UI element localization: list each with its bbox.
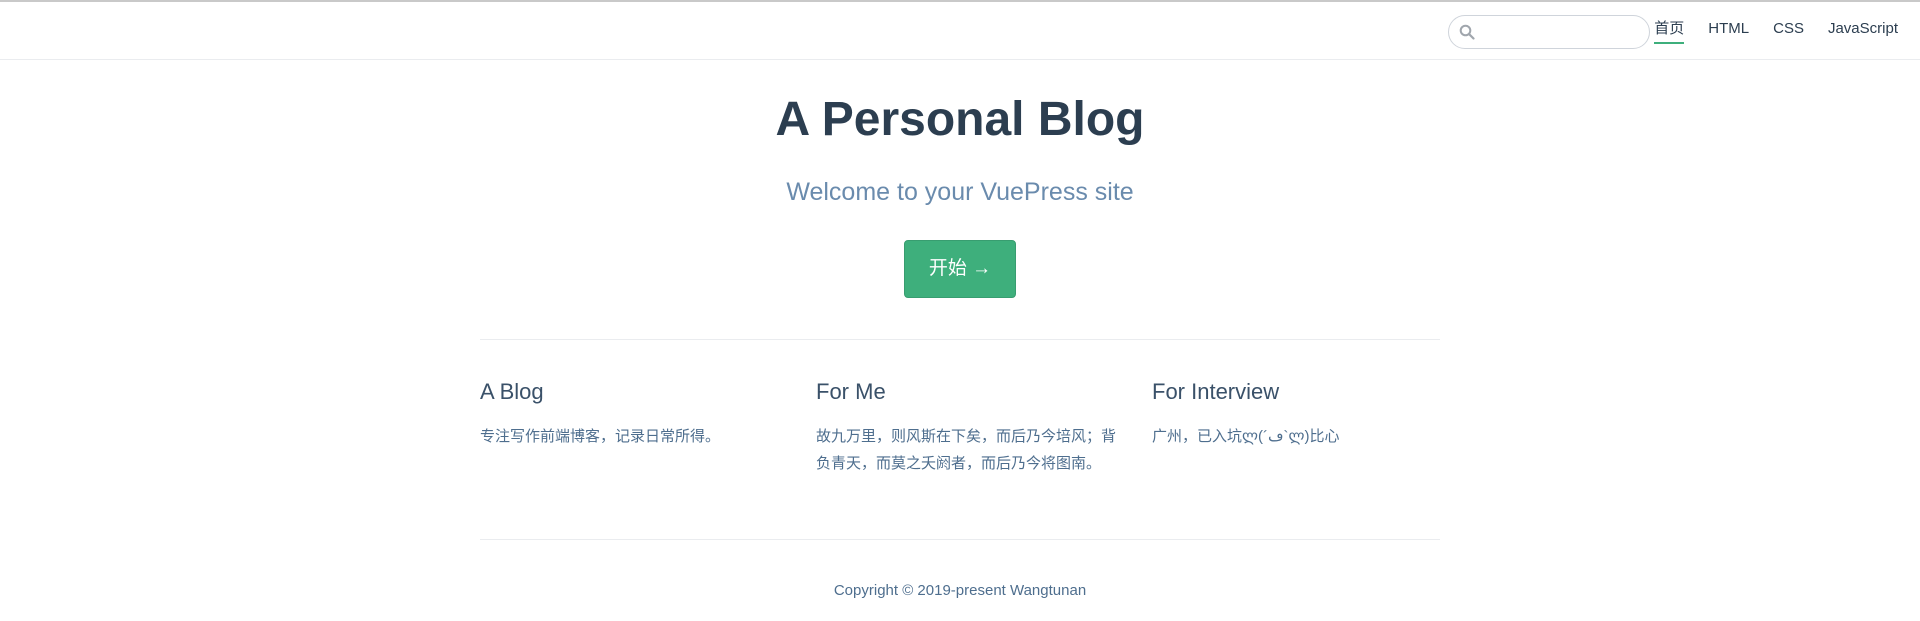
feature-title: For Me [816, 379, 886, 404]
navbar: 首页 HTML CSS JavaScript [0, 2, 1920, 60]
search-input[interactable] [1481, 20, 1645, 46]
feature-details: 故九万里，则风斯在下矣，而后乃今培风；背负青天，而莫之夭阏者，而后乃今将图南。 [816, 428, 1117, 472]
copyright-text: Copyright © 2019-present Wangtunan [833, 582, 1087, 599]
search-box[interactable] [1448, 15, 1650, 49]
hero-title: A Personal Blog [775, 93, 1145, 146]
feature-title: A Blog [480, 379, 544, 404]
feature-details: 专注写作前端博客，记录日常所得。 [480, 428, 721, 445]
nav-item-home[interactable]: 首页 [1654, 18, 1685, 44]
nav-item-javascript[interactable]: JavaScript [1828, 18, 1898, 44]
feature-details: 广州，已入坑ლ(´ڡ`ლ)比心 [1152, 428, 1340, 445]
hero-description: Welcome to your VuePress site [786, 178, 1134, 206]
nav-links: 首页 HTML CSS JavaScript [1630, 2, 1898, 60]
footer-divider [480, 539, 1440, 540]
nav-item-css[interactable]: CSS [1773, 18, 1804, 44]
search-icon [1459, 24, 1475, 40]
footer: Copyright © 2019-present Wangtunan [0, 580, 1920, 602]
features: A Blog 专注写作前端博客，记录日常所得。 For Me 故九万里，则风斯在… [480, 360, 1440, 520]
features-divider-top [480, 339, 1440, 340]
get-started-button[interactable]: 开始 → [904, 240, 1016, 298]
feature-title: For Interview [1152, 379, 1280, 404]
nav-item-html[interactable]: HTML [1708, 18, 1749, 44]
